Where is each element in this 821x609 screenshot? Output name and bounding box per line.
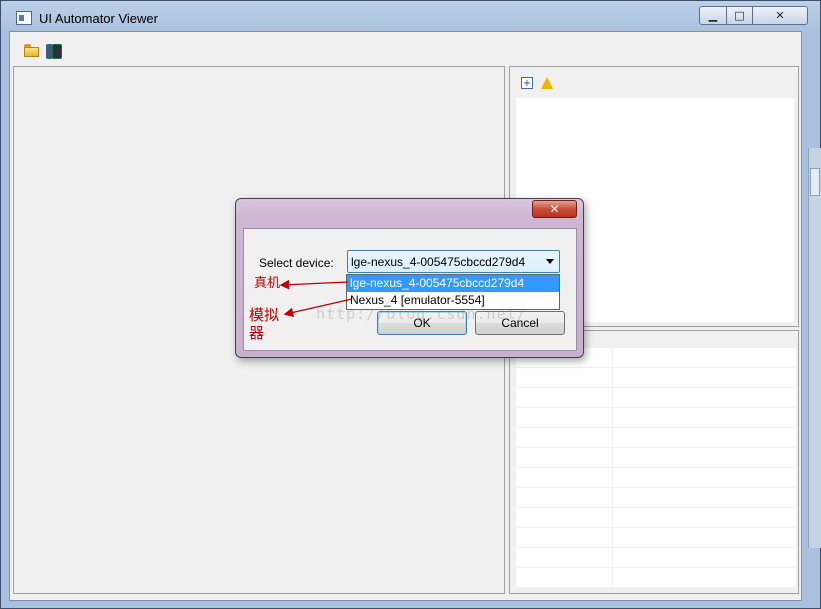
dropdown-option-emulator[interactable]: Nexus_4 [emulator-5554] xyxy=(347,292,559,309)
device-select[interactable]: lge-nexus_4-005475cbccd279d4 xyxy=(347,250,560,273)
table-row[interactable] xyxy=(516,388,796,408)
device-select-value: lge-nexus_4-005475cbccd279d4 xyxy=(351,255,526,269)
table-row[interactable] xyxy=(516,368,796,388)
table-row[interactable] xyxy=(516,548,796,568)
table-row[interactable] xyxy=(516,508,796,528)
select-device-label: Select device: xyxy=(259,256,334,270)
maximize-button[interactable]: □ xyxy=(726,6,753,25)
expand-all-icon[interactable]: + xyxy=(521,77,533,89)
background-window-scrollbar[interactable] xyxy=(808,148,821,548)
scrollbar-thumb[interactable] xyxy=(810,168,820,196)
device-dropdown-list[interactable]: lge-nexus_4-005475cbccd279d4 Nexus_4 [em… xyxy=(346,274,560,310)
table-row[interactable] xyxy=(516,528,796,548)
dialog-close-button[interactable]: ✕ xyxy=(532,200,577,218)
app-icon xyxy=(16,11,32,25)
table-row[interactable] xyxy=(516,568,796,588)
chevron-down-icon[interactable] xyxy=(546,259,554,264)
table-row[interactable] xyxy=(516,448,796,468)
real-device-annotation: 真机 xyxy=(254,276,281,291)
minimize-button[interactable]: ▁ xyxy=(699,6,727,25)
node-detail-table[interactable] xyxy=(516,348,796,588)
window-title: UI Automator Viewer xyxy=(39,11,158,26)
caption-buttons: ▁ □ ✕ xyxy=(699,6,808,25)
table-row[interactable] xyxy=(516,468,796,488)
folder-open-icon[interactable] xyxy=(24,44,40,58)
toolbar xyxy=(10,32,801,64)
emulator-annotation: 模拟器 xyxy=(249,306,280,342)
device-screenshot-icon[interactable] xyxy=(46,44,62,59)
table-row[interactable] xyxy=(516,408,796,428)
dropdown-option-real-device[interactable]: lge-nexus_4-005475cbccd279d4 xyxy=(347,275,559,292)
warning-icon[interactable] xyxy=(541,77,553,89)
table-row[interactable] xyxy=(516,428,796,448)
title-bar[interactable]: UI Automator Viewer ▁ □ ✕ xyxy=(1,1,820,35)
table-row[interactable] xyxy=(516,488,796,508)
close-button[interactable]: ✕ xyxy=(752,6,808,25)
node-detail-pane xyxy=(509,330,799,594)
